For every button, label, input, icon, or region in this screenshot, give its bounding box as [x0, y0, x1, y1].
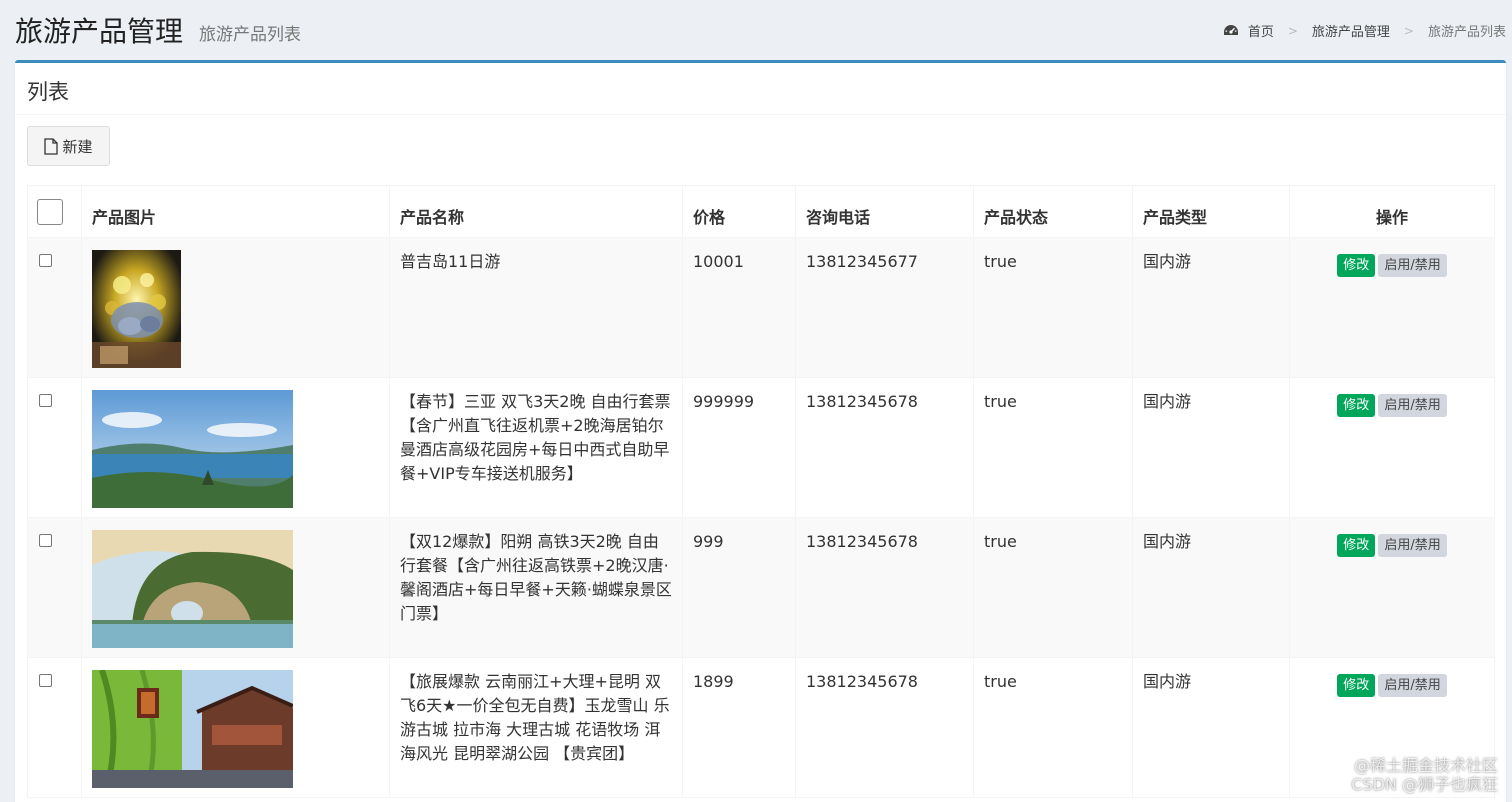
image-cell: [81, 517, 390, 658]
column-header-actions: 操作: [1289, 185, 1495, 238]
edit-button[interactable]: 修改: [1337, 394, 1376, 417]
column-header-type[interactable]: 产品类型: [1132, 185, 1290, 238]
edit-button[interactable]: 修改: [1337, 674, 1376, 697]
product-type: 国内游: [1132, 377, 1290, 518]
product-image: [92, 530, 293, 648]
product-price: 10001: [682, 237, 796, 378]
row-select-cell: [27, 517, 82, 658]
new-button[interactable]: 新建: [27, 126, 110, 166]
table-row: 【双12爆款】阳朔 高铁3天2晚 自由行套餐【含广州往返高铁票+2晚汉唐·馨阁酒…: [27, 517, 1495, 658]
product-phone: 13812345678: [795, 657, 974, 798]
row-checkbox[interactable]: [39, 254, 52, 267]
edit-button[interactable]: 修改: [1337, 254, 1376, 277]
breadcrumb-separator: >: [1403, 23, 1414, 38]
table-header-row: 产品图片 产品名称 价格 咨询电话 产品状态 产品类型 操作: [27, 185, 1495, 238]
new-button-label: 新建: [62, 137, 93, 156]
product-image: [92, 250, 181, 368]
content-header: 旅游产品管理 旅游产品列表 首页 > 旅游产品管理 > 旅游产品列表: [0, 0, 1512, 60]
product-name: 【春节】三亚 双飞3天2晚 自由行套票【含广州直飞往返机票+2晚海居铂尔曼酒店高…: [389, 377, 683, 518]
product-table: 产品图片 产品名称 价格 咨询电话 产品状态 产品类型 操作 普吉岛11日游 1…: [27, 185, 1495, 798]
column-header-status[interactable]: 产品状态: [973, 185, 1133, 238]
product-status: true: [973, 517, 1133, 658]
actions-cell: 修改 启用/禁用: [1289, 517, 1495, 658]
page-subtitle: 旅游产品列表: [199, 25, 301, 45]
row-checkbox[interactable]: [39, 394, 52, 407]
product-type: 国内游: [1132, 657, 1290, 798]
box-title: 列表: [27, 80, 69, 104]
product-status: true: [973, 377, 1133, 518]
column-header-phone[interactable]: 咨询电话: [795, 185, 974, 238]
row-select-cell: [27, 377, 82, 518]
product-status: true: [973, 237, 1133, 378]
toggle-status-button[interactable]: 启用/禁用: [1378, 394, 1447, 417]
toggle-status-button[interactable]: 启用/禁用: [1378, 534, 1447, 557]
product-image: [92, 670, 293, 788]
page-title: 旅游产品管理: [15, 15, 184, 48]
actions-cell: 修改 启用/禁用: [1289, 237, 1495, 378]
toggle-status-button[interactable]: 启用/禁用: [1378, 674, 1447, 697]
select-all-header: [27, 185, 82, 238]
breadcrumb-separator: >: [1287, 23, 1298, 38]
product-status: true: [973, 657, 1133, 798]
product-phone: 13812345678: [795, 377, 974, 518]
product-name: 普吉岛11日游: [389, 237, 683, 378]
list-box: 列表 新建 产品图片 产品名称 价格 咨询电话 产品状态 产品类型 操作 普吉岛…: [15, 60, 1506, 802]
image-cell: [81, 377, 390, 518]
column-header-name[interactable]: 产品名称: [389, 185, 683, 238]
watermark: @稀土掘金技术社区 CSDN @狮子也疯狂: [1351, 756, 1498, 794]
actions-cell: 修改 启用/禁用: [1289, 377, 1495, 518]
product-phone: 13812345677: [795, 237, 974, 378]
row-select-cell: [27, 237, 82, 378]
product-price: 999: [682, 517, 796, 658]
product-table-wrapper: 产品图片 产品名称 价格 咨询电话 产品状态 产品类型 操作 普吉岛11日游 1…: [27, 185, 1495, 798]
product-type: 国内游: [1132, 517, 1290, 658]
product-image: [92, 390, 293, 508]
table-row: 【春节】三亚 双飞3天2晚 自由行套票【含广州直飞往返机票+2晚海居铂尔曼酒店高…: [27, 377, 1495, 518]
column-header-price[interactable]: 价格: [682, 185, 796, 238]
row-checkbox[interactable]: [39, 534, 52, 547]
table-row: 【旅展爆款 云南丽江+大理+昆明 双飞6天★一价全包无自费】玉龙雪山 乐游古城 …: [27, 657, 1495, 798]
breadcrumb-product-management[interactable]: 旅游产品管理: [1312, 21, 1390, 40]
dashboard-icon: [1223, 24, 1238, 35]
select-all-checkbox[interactable]: [37, 199, 63, 225]
breadcrumb-home[interactable]: 首页: [1248, 21, 1274, 40]
breadcrumb: 首页 > 旅游产品管理 > 旅游产品列表: [1223, 21, 1506, 40]
image-cell: [81, 237, 390, 378]
row-select-cell: [27, 657, 82, 798]
box-header: 列表: [15, 63, 1506, 115]
row-checkbox[interactable]: [39, 674, 52, 687]
column-header-image[interactable]: 产品图片: [81, 185, 390, 238]
edit-button[interactable]: 修改: [1337, 534, 1376, 557]
toggle-status-button[interactable]: 启用/禁用: [1378, 254, 1447, 277]
image-cell: [81, 657, 390, 798]
breadcrumb-current: 旅游产品列表: [1427, 25, 1506, 40]
product-price: 999999: [682, 377, 796, 518]
product-name: 【旅展爆款 云南丽江+大理+昆明 双飞6天★一价全包无自费】玉龙雪山 乐游古城 …: [389, 657, 683, 798]
product-name: 【双12爆款】阳朔 高铁3天2晚 自由行套餐【含广州往返高铁票+2晚汉唐·馨阁酒…: [389, 517, 683, 658]
product-phone: 13812345678: [795, 517, 974, 658]
new-file-icon: [44, 137, 59, 155]
watermark-line: @稀土掘金技术社区: [1353, 756, 1498, 775]
table-row: 普吉岛11日游 10001 13812345677 true 国内游 修改 启用/…: [27, 237, 1495, 378]
product-type: 国内游: [1132, 237, 1290, 378]
product-price: 1899: [682, 657, 796, 798]
watermark-line: CSDN @狮子也疯狂: [1351, 775, 1498, 794]
